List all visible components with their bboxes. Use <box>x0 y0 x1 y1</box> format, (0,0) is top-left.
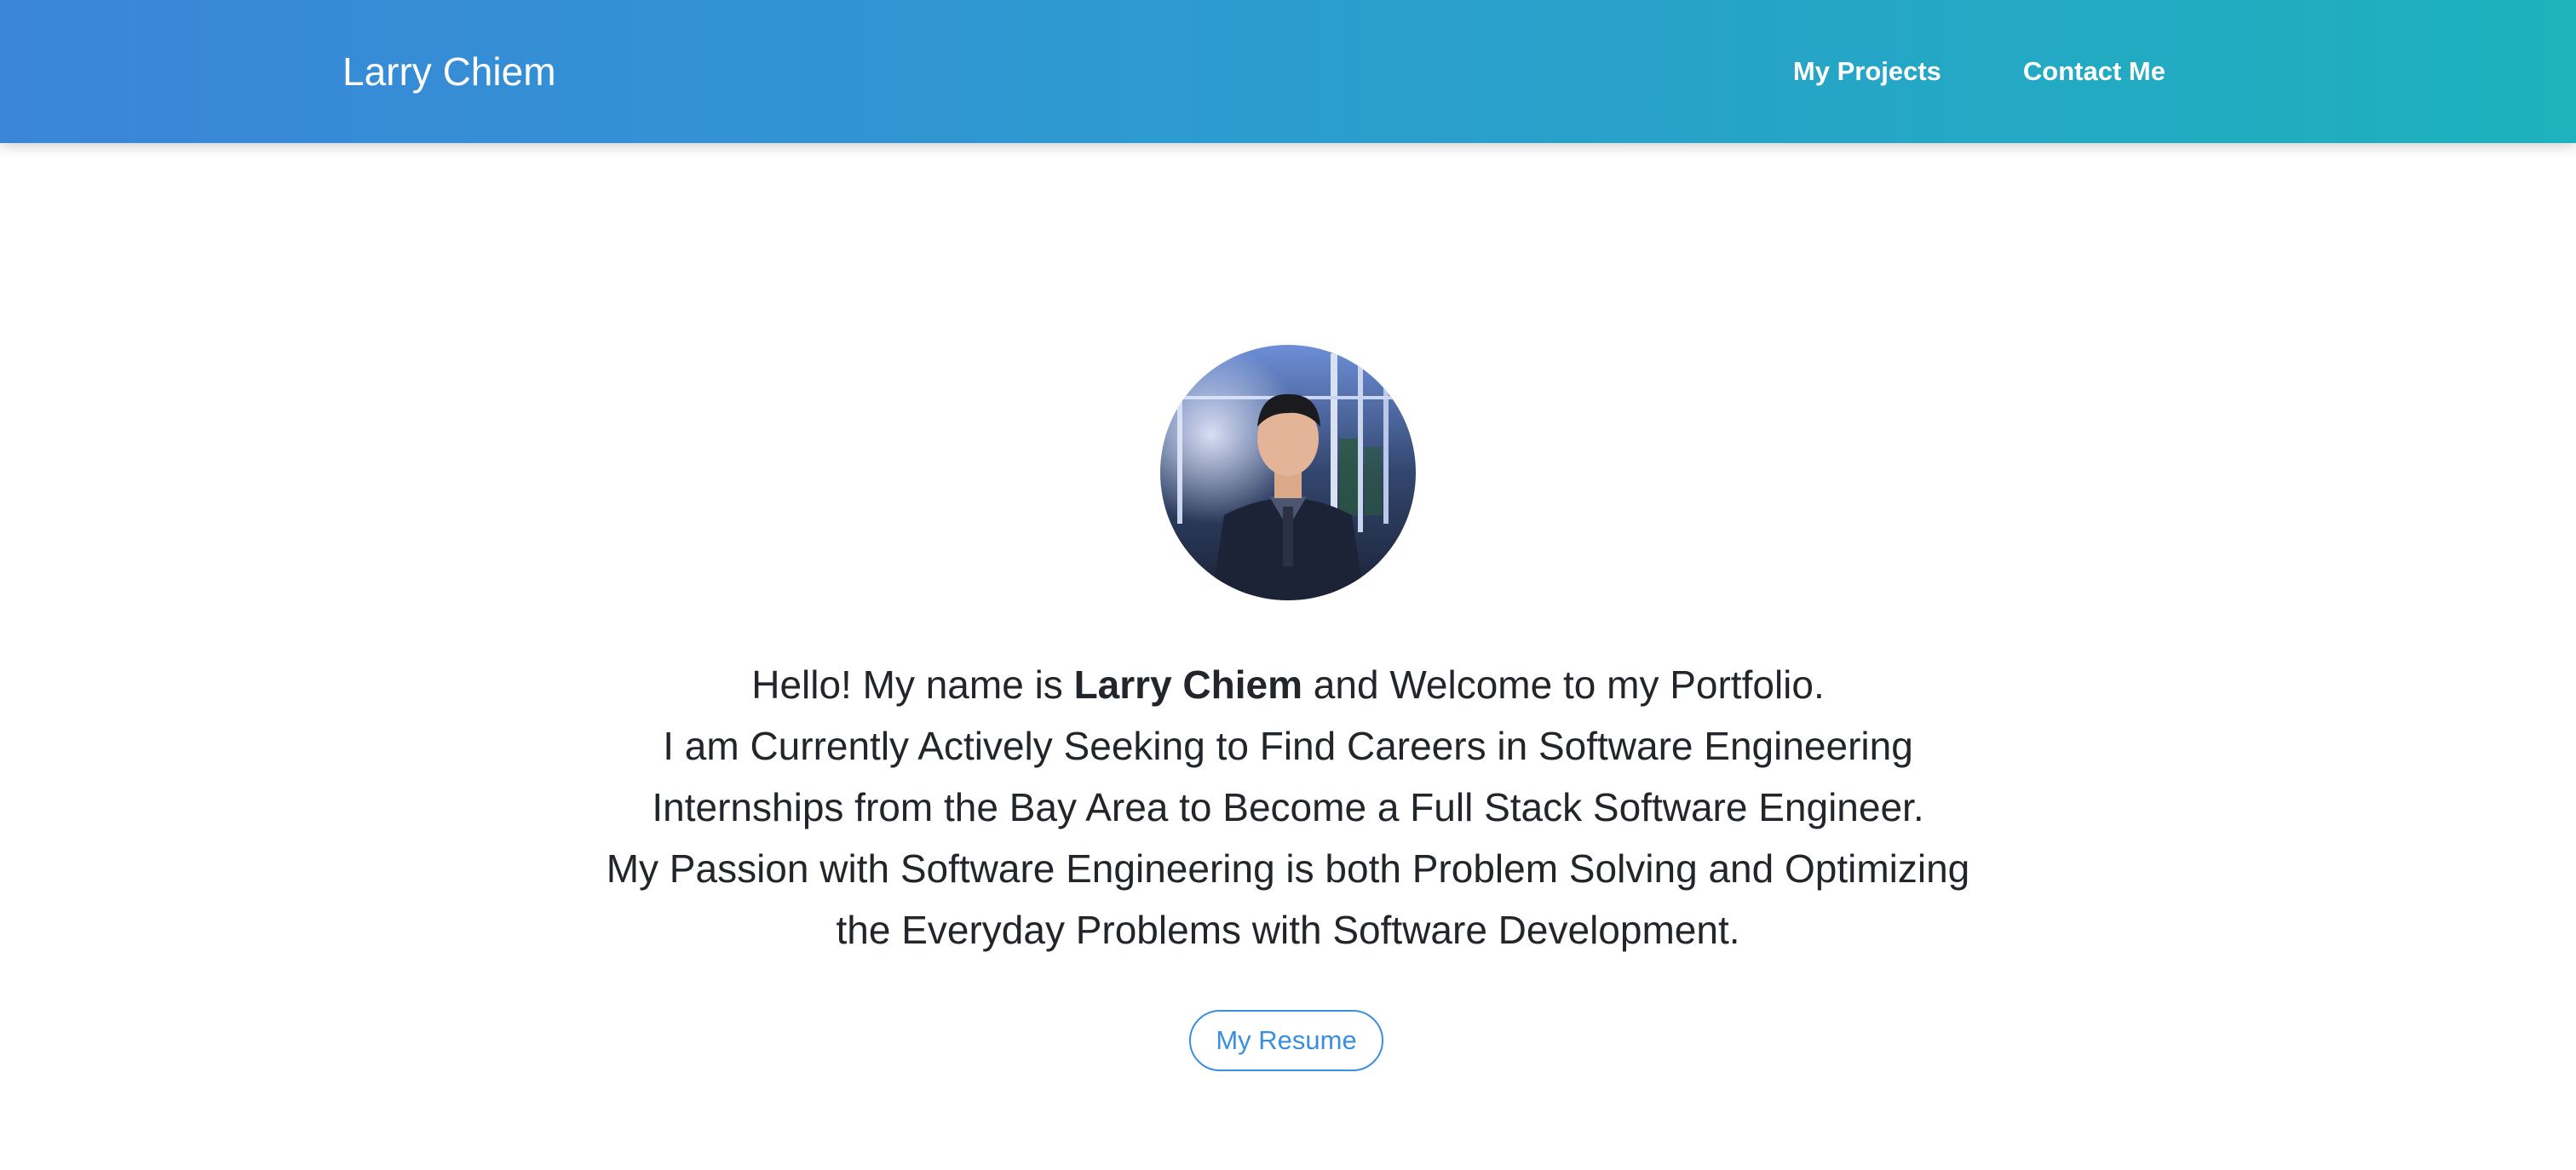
intro-line: My Passion with Software Engineering is … <box>606 846 1970 891</box>
intro-text: Hello! My name is Larry Chiem and Welcom… <box>436 654 2140 961</box>
intro-greeting: Hello! My name is Larry Chiem and Welcom… <box>751 662 1825 707</box>
intro-line: Internships from the Bay Area to Become … <box>652 785 1924 829</box>
brand-name[interactable]: Larry Chiem <box>342 43 556 100</box>
my-resume-button[interactable]: My Resume <box>1189 1010 1383 1071</box>
intro-name: Larry Chiem <box>1073 662 1303 707</box>
profile-photo <box>1160 345 1416 600</box>
intro-line: the Everyday Problems with Software Deve… <box>836 908 1740 952</box>
top-navbar: Larry Chiem My Projects Contact Me <box>0 0 2576 143</box>
nav-link-my-projects[interactable]: My Projects <box>1793 48 1941 95</box>
nav-link-contact-me[interactable]: Contact Me <box>2023 48 2165 95</box>
intro-line: I am Currently Actively Seeking to Find … <box>663 724 1913 768</box>
nav-links: My Projects Contact Me <box>1793 48 2165 95</box>
